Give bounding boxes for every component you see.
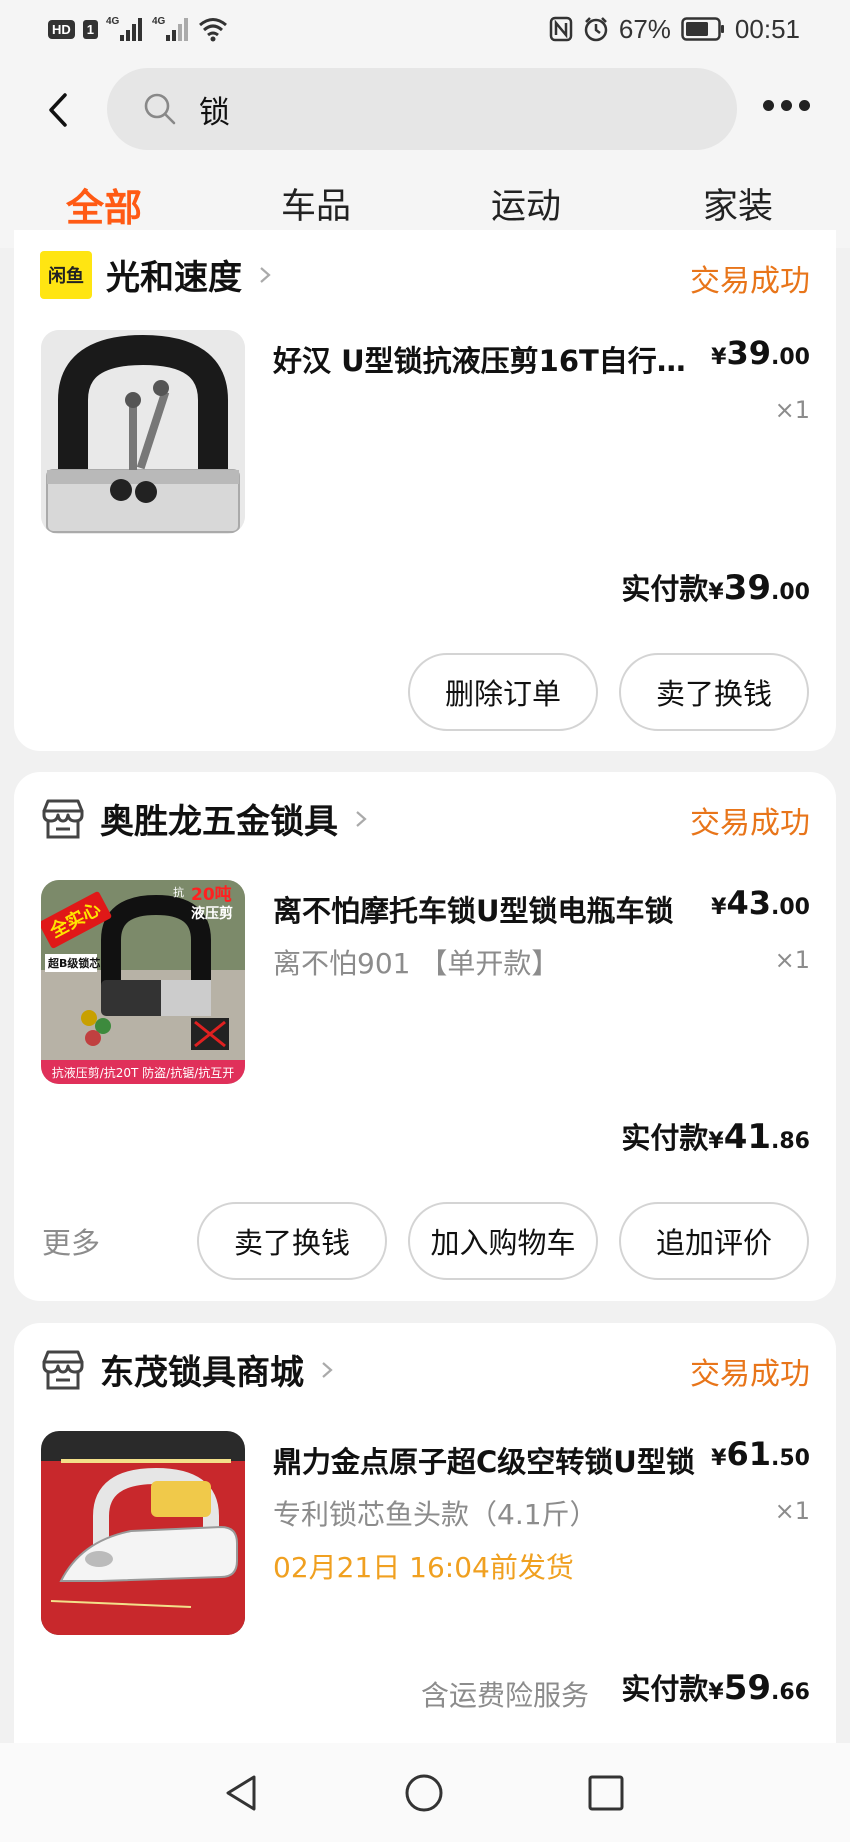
tab-car[interactable]: 车品 xyxy=(281,178,351,229)
order-status: 交易成功 xyxy=(690,264,810,299)
product-title[interactable]: 鼎力金点原子超C级空转锁U型锁 xyxy=(273,1439,698,1481)
product-quantity: ×1 xyxy=(774,396,810,424)
xianyu-logo: 闲鱼 xyxy=(40,250,92,299)
battery-icon xyxy=(681,17,724,41)
system-nav-bar xyxy=(0,1743,850,1842)
back-button[interactable] xyxy=(36,88,80,132)
nav-recents-icon[interactable] xyxy=(586,1773,626,1813)
product-thumbnail[interactable] xyxy=(41,1431,245,1635)
order-card[interactable]: 奥胜龙五金锁具 交易成功 全实心 抗 20吨 液压剪 超B级锁芯 抗液压剪/抗2… xyxy=(14,772,836,1301)
order-status: 交易成功 xyxy=(690,806,810,841)
chevron-right-icon xyxy=(356,810,367,827)
shop-name: 东茂锁具商城 xyxy=(100,1353,304,1393)
shop-name: 奥胜龙五金锁具 xyxy=(100,802,338,842)
shop-header[interactable]: 奥胜龙五金锁具 xyxy=(40,794,370,843)
battery-percent: 67% xyxy=(618,13,671,44)
shipping-deadline: 02月21日 16:04前发货 xyxy=(273,1551,574,1584)
tab-home[interactable]: 家装 xyxy=(703,178,773,229)
back-arrow-icon xyxy=(49,93,67,127)
product-quantity: ×1 xyxy=(774,946,810,974)
wifi-icon xyxy=(199,18,227,42)
chevron-right-icon xyxy=(260,266,271,283)
shop-header[interactable]: 闲鱼 光和速度 xyxy=(40,250,274,299)
add-to-cart-button[interactable]: 加入购物车 xyxy=(408,1202,598,1280)
shop-name: 光和速度 xyxy=(106,258,242,298)
status-bar: HD 1 4G 4G 67% 00:51 xyxy=(0,0,850,58)
svg-text:液压剪: 液压剪 xyxy=(191,905,233,922)
product-price: ¥39.00 xyxy=(711,334,810,372)
alarm-icon xyxy=(584,17,608,42)
more-options-button[interactable] xyxy=(763,100,810,111)
product-quantity: ×1 xyxy=(774,1497,810,1525)
order-card[interactable]: 东茂锁具商城 交易成功 鼎力金点原子超C级空转锁U型锁 专利锁芯鱼头款（4.1斤… xyxy=(14,1323,836,1743)
paid-amount: 实付款¥59.66 xyxy=(621,1668,810,1708)
chevron-right-icon xyxy=(322,1361,333,1378)
clock: 00:51 xyxy=(734,13,800,44)
sell-button[interactable]: 卖了换钱 xyxy=(197,1202,387,1280)
shop-header[interactable]: 东茂锁具商城 xyxy=(40,1345,336,1394)
paid-amount: 实付款¥41.86 xyxy=(621,1117,810,1157)
more-dot-icon xyxy=(763,100,774,111)
order-status: 交易成功 xyxy=(690,1357,810,1392)
nav-home-icon[interactable] xyxy=(404,1773,444,1813)
more-dot-icon xyxy=(799,100,810,111)
svg-text:4G: 4G xyxy=(106,16,120,27)
product-thumbnail[interactable]: 全实心 抗 20吨 液压剪 超B级锁芯 抗液压剪/抗20T 防盗/抗锯/抗互开 xyxy=(41,880,245,1084)
svg-text:超B级锁芯: 超B级锁芯 xyxy=(47,956,100,970)
search-input[interactable]: 锁 xyxy=(107,68,737,150)
order-card[interactable]: 闲鱼 光和速度 交易成功 好汉 U型锁抗液压剪16T自行车电动车摩托车锁 ¥39… xyxy=(14,230,836,751)
product-spec: 专利锁芯鱼头款（4.1斤） xyxy=(273,1498,598,1531)
status-left: HD 1 4G 4G xyxy=(48,14,228,44)
tab-sports[interactable]: 运动 xyxy=(491,178,561,229)
more-link[interactable]: 更多 xyxy=(42,1220,100,1262)
add-review-button[interactable]: 追加评价 xyxy=(619,1202,809,1280)
paid-amount: 实付款¥39.00 xyxy=(621,568,810,608)
shop-icon xyxy=(42,1350,84,1389)
nav-back-icon[interactable] xyxy=(222,1773,262,1813)
signal-icon: 4G xyxy=(106,16,143,41)
more-dot-icon xyxy=(781,100,792,111)
hd-badge: HD xyxy=(48,19,75,39)
shop-icon xyxy=(42,799,84,838)
sim-badge: 1 xyxy=(82,19,99,39)
search-icon xyxy=(144,93,176,125)
status-right: 67% 00:51 xyxy=(549,14,800,44)
product-price: ¥43.00 xyxy=(711,884,810,922)
product-title[interactable]: 好汉 U型锁抗液压剪16T自行车电动车摩托车锁 xyxy=(273,338,698,380)
product-title[interactable]: 离不怕摩托车锁U型锁电瓶车锁 xyxy=(273,888,698,930)
svg-text:抗: 抗 xyxy=(173,885,184,899)
product-thumbnail[interactable] xyxy=(41,330,245,534)
shipping-insurance-label: 含运费险服务 xyxy=(421,1679,590,1712)
svg-text:抗液压剪/抗20T 防盗/抗锯/抗互开: 抗液压剪/抗20T 防盗/抗锯/抗互开 xyxy=(52,1065,235,1080)
nfc-icon xyxy=(549,16,573,42)
svg-text:20吨: 20吨 xyxy=(191,884,232,905)
product-spec: 离不怕901 【单开款】 xyxy=(273,947,560,980)
delete-order-button[interactable]: 删除订单 xyxy=(408,653,598,731)
sell-button[interactable]: 卖了换钱 xyxy=(619,653,809,731)
signal-icon-2: 4G xyxy=(152,16,189,41)
header: 锁 全部 车品 运动 家装 xyxy=(0,58,850,248)
svg-text:4G: 4G xyxy=(152,16,166,27)
search-query: 锁 xyxy=(199,94,230,131)
product-price: ¥61.50 xyxy=(711,1435,810,1473)
tab-all[interactable]: 全部 xyxy=(66,177,142,232)
